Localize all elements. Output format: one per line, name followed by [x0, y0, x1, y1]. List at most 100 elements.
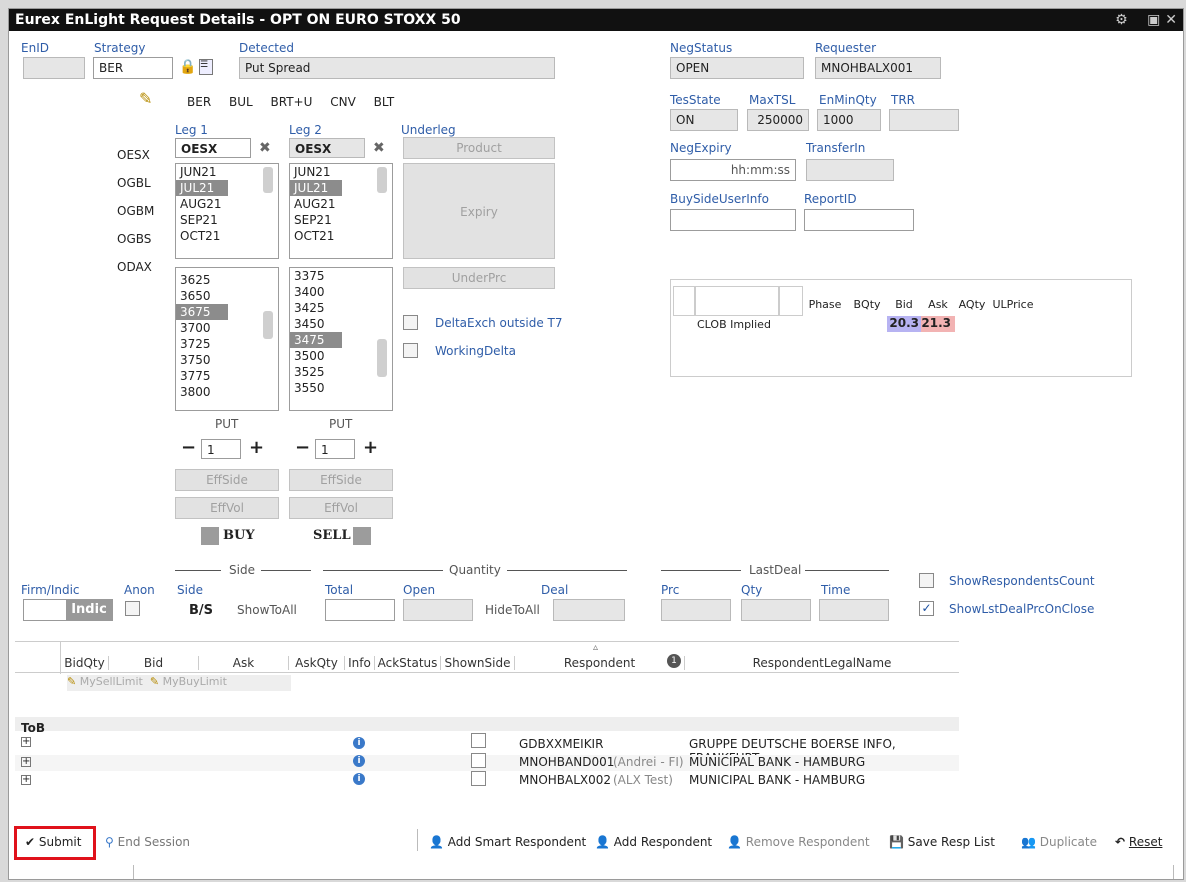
leg2-strike-scrollbar[interactable]: [377, 339, 387, 377]
side-value[interactable]: B/S: [189, 603, 213, 618]
strategy-btn-ber[interactable]: BER: [187, 95, 211, 109]
strike-item[interactable]: 3800: [176, 384, 278, 400]
leg2-minus-icon[interactable]: −: [295, 437, 310, 458]
leg1-ratio-input[interactable]: 1: [201, 439, 241, 459]
shownside-checkbox[interactable]: [471, 733, 486, 748]
strike-item[interactable]: 3450: [290, 316, 392, 332]
leg1-expiry-scrollbar[interactable]: [263, 167, 273, 193]
hidetoall-label[interactable]: HideToAll: [485, 603, 540, 617]
strategy-btn-blt[interactable]: BLT: [374, 95, 395, 109]
leg2-side-swatch[interactable]: [353, 527, 371, 545]
col-respondent[interactable]: Respondent: [515, 656, 685, 670]
lock-icon[interactable]: 🔒: [179, 59, 196, 75]
leg1-plus-icon[interactable]: +: [249, 437, 264, 458]
expiry-item[interactable]: OCT21: [290, 228, 392, 244]
table-row[interactable]: + i MNOHBAND001 (Andrei - FI) MUNICIPAL …: [15, 753, 959, 771]
table-row[interactable]: + i GDBXXMEIKIR GRUPPE DEUTSCHE BOERSE I…: [15, 733, 959, 765]
leg1-type[interactable]: PUT: [215, 417, 238, 431]
strike-item[interactable]: 3650: [176, 288, 278, 304]
reset-button[interactable]: ↶ Reset: [1115, 835, 1162, 849]
expiry-item[interactable]: AUG21: [290, 196, 392, 212]
col-ask[interactable]: Ask: [199, 656, 289, 670]
col-shownside[interactable]: ShownSide: [441, 656, 515, 670]
expand-icon[interactable]: +: [21, 737, 31, 747]
leg1-side-label[interactable]: BUY: [223, 528, 255, 543]
col-bidqty[interactable]: BidQty: [61, 656, 109, 670]
duplicate-button[interactable]: 👥 Duplicate: [1021, 835, 1097, 849]
info-icon[interactable]: i: [353, 773, 365, 785]
strategy-btn-cnv[interactable]: CNV: [330, 95, 356, 109]
strike-item[interactable]: 3775: [176, 368, 278, 384]
leg1-strike-scrollbar[interactable]: [263, 311, 273, 339]
expand-icon[interactable]: +: [21, 757, 31, 767]
anon-checkbox[interactable]: [125, 601, 140, 616]
delta-exch-checkbox[interactable]: [403, 315, 418, 330]
underleg-product-button[interactable]: Product: [403, 137, 555, 159]
settings-icon[interactable]: ⚙: [1115, 12, 1128, 28]
enid-field[interactable]: [23, 57, 85, 79]
show-lastdeal-checkbox[interactable]: ✓: [919, 601, 934, 616]
product-ogbm[interactable]: OGBM: [117, 197, 154, 225]
strike-item[interactable]: 3725: [176, 336, 278, 352]
my-sell-limit[interactable]: MySellLimit: [80, 675, 143, 688]
submit-button[interactable]: ✔ Submit: [25, 835, 81, 849]
expiry-item-selected[interactable]: JUL21: [176, 180, 228, 196]
strike-item[interactable]: 3550: [290, 380, 392, 396]
leg1-product-input[interactable]: OESX: [175, 138, 251, 158]
add-respondent-button[interactable]: 👤 Add Respondent: [595, 835, 712, 849]
product-ogbl[interactable]: OGBL: [117, 169, 154, 197]
detach-icon[interactable]: ▣: [1147, 12, 1160, 28]
product-odax[interactable]: ODAX: [117, 253, 154, 281]
add-smart-respondent-button[interactable]: 👤 Add Smart Respondent: [429, 835, 586, 849]
col-askqty[interactable]: AskQty: [289, 656, 345, 670]
info-icon[interactable]: i: [353, 755, 365, 767]
buysideuserinfo-input[interactable]: [670, 209, 796, 231]
expand-icon[interactable]: +: [21, 775, 31, 785]
strategy-btn-bul[interactable]: BUL: [229, 95, 253, 109]
leg2-ratio-input[interactable]: 1: [315, 439, 355, 459]
close-icon[interactable]: ✕: [1165, 12, 1177, 28]
leg2-expiry-scrollbar[interactable]: [377, 167, 387, 193]
list-icon[interactable]: ☰: [199, 59, 213, 75]
leg1-clear-icon[interactable]: ✖: [259, 140, 271, 156]
negexpiry-input[interactable]: hh:mm:ss: [670, 159, 796, 181]
leg2-effvol-button[interactable]: EffVol: [289, 497, 393, 519]
strategy-btn-brt[interactable]: BRT+U: [271, 95, 313, 109]
leg2-product-input[interactable]: OESX: [289, 138, 365, 158]
strategy-input[interactable]: BER: [93, 57, 173, 79]
underleg-underprc-button[interactable]: UnderPrc: [403, 267, 555, 289]
expiry-item[interactable]: AUG21: [176, 196, 278, 212]
working-delta-checkbox[interactable]: [403, 343, 418, 358]
my-buy-limit[interactable]: MyBuyLimit: [163, 675, 227, 688]
show-respondents-checkbox[interactable]: [919, 573, 934, 588]
underleg-expiry-button[interactable]: Expiry: [403, 163, 555, 259]
product-oesx[interactable]: OESX: [117, 141, 154, 169]
strike-item[interactable]: 3425: [290, 300, 392, 316]
leg1-side-swatch[interactable]: [201, 527, 219, 545]
strike-item[interactable]: 3750: [176, 352, 278, 368]
firm-indic-toggle[interactable]: Indic: [23, 599, 113, 621]
shownside-checkbox[interactable]: [471, 771, 486, 786]
col-legalname[interactable]: RespondentLegalName: [685, 656, 959, 670]
leg2-type[interactable]: PUT: [329, 417, 352, 431]
leg2-plus-icon[interactable]: +: [363, 437, 378, 458]
strike-item[interactable]: 3625: [176, 272, 278, 288]
col-ackstatus[interactable]: AckStatus: [375, 656, 441, 670]
total-input[interactable]: [325, 599, 395, 621]
leg1-effvol-button[interactable]: EffVol: [175, 497, 279, 519]
col-info[interactable]: Info: [345, 656, 375, 670]
leg1-strike-list[interactable]: 3625 3650 3675 3700 3725 3750 3775 3800: [175, 267, 279, 411]
strike-item[interactable]: 3400: [290, 284, 392, 300]
remove-respondent-button[interactable]: 👤 Remove Respondent: [727, 835, 870, 849]
info-icon[interactable]: i: [353, 737, 365, 749]
col-bid[interactable]: Bid: [109, 656, 199, 670]
expiry-item[interactable]: SEP21: [290, 212, 392, 228]
leg1-effside-button[interactable]: EffSide: [175, 469, 279, 491]
reportid-input[interactable]: [804, 209, 914, 231]
strike-item-selected[interactable]: 3675: [176, 304, 228, 320]
table-row[interactable]: + i MNOHBALX002 (ALX Test) MUNICIPAL BAN…: [15, 771, 959, 789]
leg1-minus-icon[interactable]: −: [181, 437, 196, 458]
edit-pencil-icon[interactable]: ✎: [139, 89, 152, 108]
showtoall-label[interactable]: ShowToAll: [237, 603, 297, 617]
expiry-item[interactable]: SEP21: [176, 212, 278, 228]
